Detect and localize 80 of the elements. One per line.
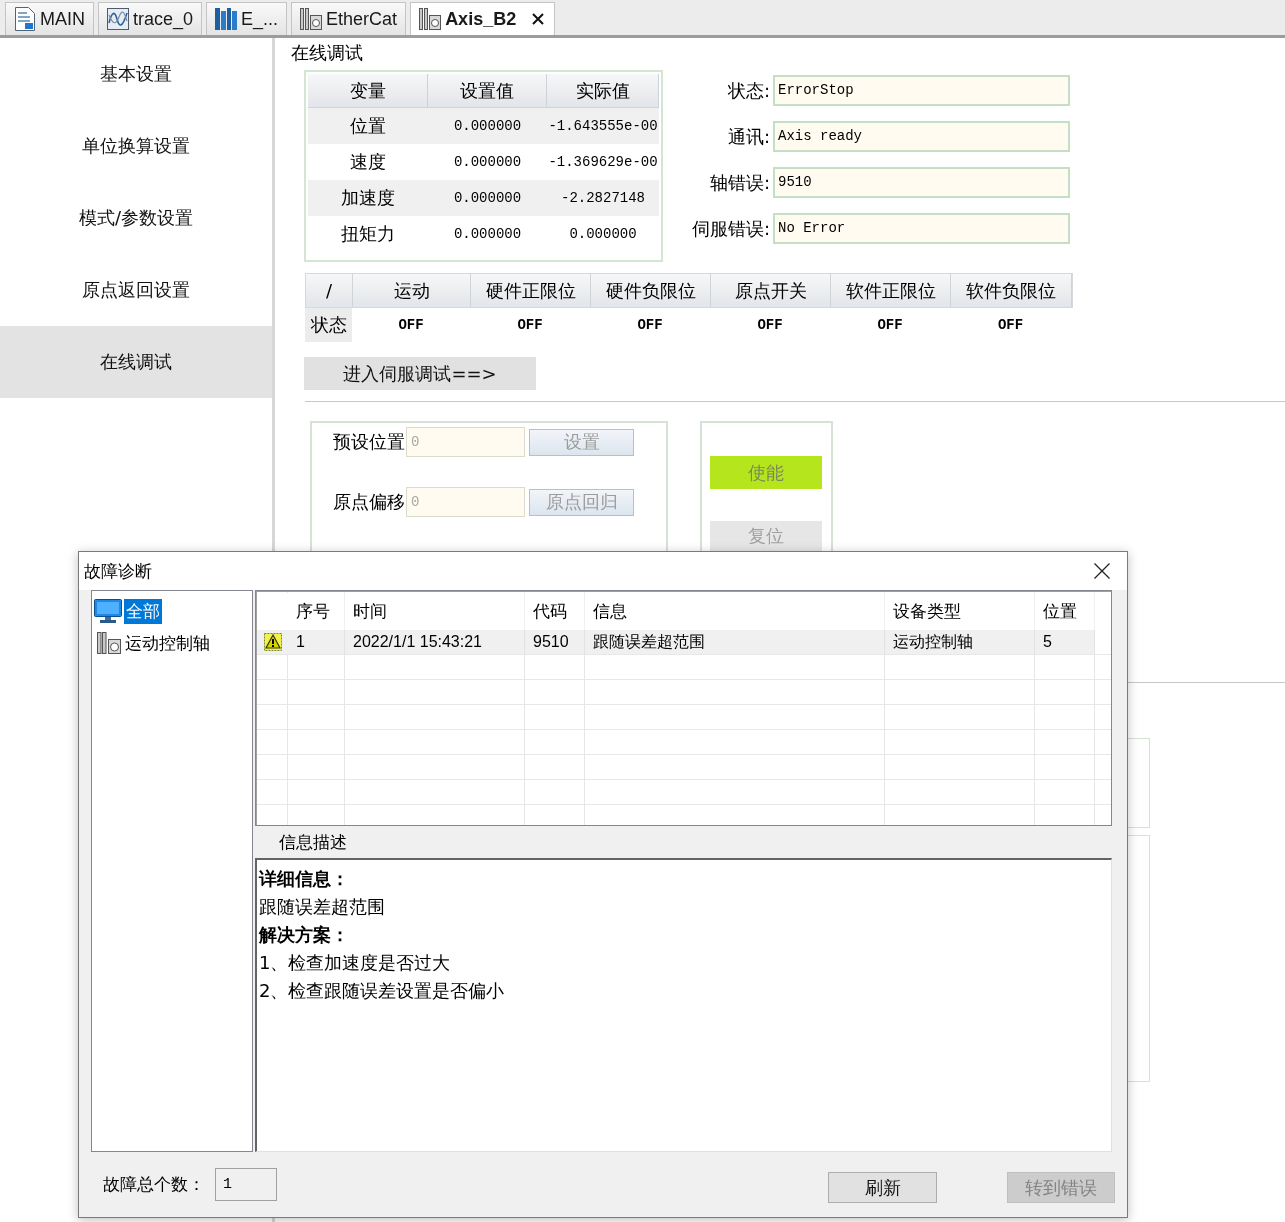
status-field: No Error [773, 213, 1070, 244]
table-cell: 9510 [525, 630, 585, 654]
status-field: 9510 [773, 167, 1070, 198]
servo-debug-button[interactable]: 进入伺服调试==> [304, 357, 536, 390]
row-header: 状态 [305, 308, 352, 342]
dialog-title: 故障诊断 [84, 559, 152, 583]
table-cell-text: 位置 [349, 114, 387, 138]
table-cell-text: 0.000000 [452, 117, 523, 136]
tree-item[interactable]: 全部 [124, 598, 162, 624]
tab[interactable]: MAIN [5, 2, 94, 35]
table-cell-text: 0.000000 [452, 153, 523, 172]
description-line: 解决方案： [259, 923, 350, 947]
field-label: 伺服错误: [690, 217, 770, 241]
list-row[interactable]: 1 2022/1/1 15:43:21 9510 跟随误差超范围 运动控制轴 5 [257, 630, 1095, 655]
tab[interactable]: trace_0 [98, 2, 203, 35]
table-cell-text: OFF [397, 316, 425, 335]
table-cell-text: 加速度 [340, 186, 396, 210]
table-cell-text: 扭矩力 [340, 222, 396, 246]
count-field: 1 [215, 1168, 277, 1201]
column-header: 设置值 [428, 74, 547, 107]
table-cell-text: OFF [756, 316, 784, 335]
description-line: 跟随误差超范围 [259, 895, 386, 919]
table-cell: 5 [1035, 630, 1095, 654]
field-label: 轴错误: [708, 171, 770, 195]
section-title: 在线调试 [291, 42, 364, 64]
column-header: 原点开关 [711, 274, 831, 307]
description-line: 详细信息： [259, 867, 350, 891]
status-field: ErrorStop [773, 75, 1070, 106]
column-header: / [306, 274, 353, 307]
tab[interactable]: Axis_B2 [410, 2, 556, 35]
table-cell-text: OFF [876, 316, 904, 335]
sidebar-item[interactable]: 原点返回设置 [0, 254, 272, 326]
table-cell-text: 0.000000 [568, 225, 638, 244]
table-cell-text: 0.000000 [452, 225, 523, 244]
description-line: 1、检查加速度是否过大 [259, 951, 452, 975]
column-header: 硬件负限位 [591, 274, 711, 307]
count-label: 故障总个数： [103, 1173, 205, 1196]
description-line: 2、检查跟随误差设置是否偏小 [259, 979, 506, 1003]
waveform-icon [107, 7, 129, 31]
table-cell: 2022/1/1 15:43:21 [345, 630, 525, 654]
close-icon[interactable] [532, 13, 545, 25]
document-icon [14, 7, 36, 31]
field-label: 预设位置 [333, 430, 406, 454]
field-label: 状态: [726, 79, 770, 103]
drive-icon [419, 7, 442, 31]
table-cell-text: -1.643555e-00 [547, 117, 659, 136]
table-cell-text: 速度 [349, 150, 387, 174]
close-icon[interactable] [1094, 563, 1110, 579]
field-label: 通讯: [726, 125, 770, 149]
table-cell-text: OFF [996, 316, 1025, 335]
sidebar-item[interactable]: 单位换算设置 [0, 110, 272, 182]
table-cell-text: -2.2827148 [560, 189, 646, 208]
column-header: 实际值 [547, 74, 659, 107]
drive-icon [97, 631, 121, 655]
column-header: 变量 [308, 74, 428, 107]
drive-icon [300, 7, 323, 31]
table-cell: 1 [288, 630, 345, 654]
section-label: 信息描述 [278, 831, 348, 854]
rack-icon [215, 7, 238, 31]
table-cell-text: OFF [516, 316, 544, 335]
tab[interactable]: E_... [206, 2, 288, 35]
warning-icon [263, 633, 282, 651]
refresh-button[interactable]: 刷新 [828, 1172, 937, 1203]
sidebar-item[interactable]: 模式/参数设置 [0, 182, 272, 254]
column-header: 运动 [353, 274, 471, 307]
status-field: Axis ready [773, 121, 1070, 152]
sidebar-item[interactable]: 在线调试 [0, 326, 272, 398]
column-header: 软件正限位 [831, 274, 951, 307]
column-header: 软件负限位 [951, 274, 1072, 307]
tree-item[interactable]: 运动控制轴 [123, 630, 212, 656]
table-cell-text: OFF [636, 316, 664, 335]
sidebar-item[interactable]: 基本设置 [0, 38, 272, 110]
field-label: 原点偏移 [333, 490, 406, 514]
table-cell: 跟随误差超范围 [585, 630, 885, 654]
tab[interactable]: EtherCat [291, 2, 407, 35]
monitor-icon [94, 599, 122, 623]
table-cell-text: -1.369629e-00 [547, 153, 659, 172]
column-header: 硬件正限位 [471, 274, 591, 307]
table-cell-text: 0.000000 [452, 189, 523, 208]
table-cell: 运动控制轴 [885, 630, 1035, 654]
